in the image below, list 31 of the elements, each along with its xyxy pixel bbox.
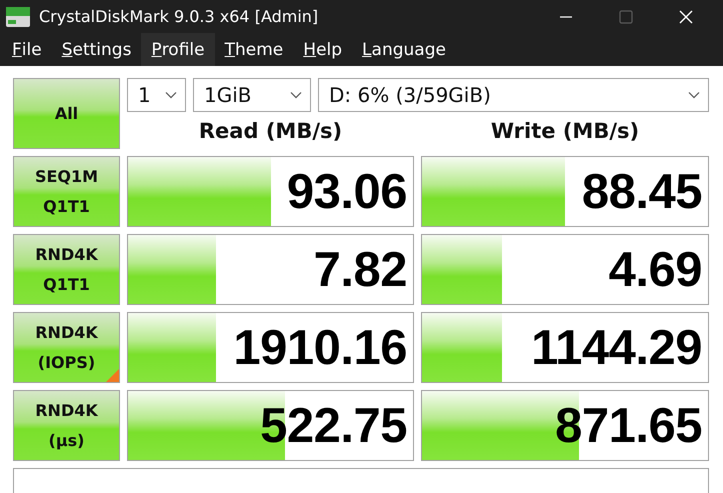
result-value: 1144.29 [531, 320, 702, 376]
all-button[interactable]: All [13, 78, 120, 149]
chevron-down-icon [688, 91, 700, 99]
chevron-down-icon [290, 91, 302, 99]
close-icon [678, 8, 694, 24]
drive-dropdown[interactable]: D: 6% (3/59GiB) [318, 78, 709, 112]
menu-item[interactable]: Settings [52, 33, 142, 66]
menu-item[interactable]: Help [293, 33, 352, 66]
menu-item[interactable]: Profile [141, 33, 215, 66]
menu-item[interactable]: Theme [214, 33, 294, 66]
result-value: 88.45 [582, 164, 702, 220]
test-button[interactable]: RND4K (IOPS) [13, 312, 120, 383]
result-value: 7.82 [314, 242, 407, 298]
result-value: 871.65 [555, 398, 702, 454]
column-header: Write (MB/s) [490, 119, 640, 143]
size-dropdown[interactable]: 1GiB [193, 78, 311, 112]
minimize-icon [560, 16, 572, 18]
test-button[interactable]: RND4K Q1T1 [13, 234, 120, 305]
result-value: 93.06 [286, 164, 407, 220]
menu-item[interactable]: File [2, 33, 52, 66]
count-dropdown[interactable]: 1 [127, 78, 186, 112]
result-value: 1910.16 [233, 320, 407, 376]
test-button[interactable]: SEQ1M Q1T1 [13, 156, 120, 227]
column-header: Read (MB/s) [198, 119, 344, 143]
maximize-icon [618, 8, 634, 24]
result-value: 4.69 [608, 242, 702, 298]
menu-item[interactable]: Language [352, 33, 456, 66]
chevron-down-icon [165, 91, 177, 99]
result-value: 522.75 [260, 398, 407, 454]
window-title: CrystalDiskMark 9.0.3 x64 [Admin] [39, 7, 320, 26]
test-button[interactable]: RND4K (µs) [13, 390, 120, 461]
